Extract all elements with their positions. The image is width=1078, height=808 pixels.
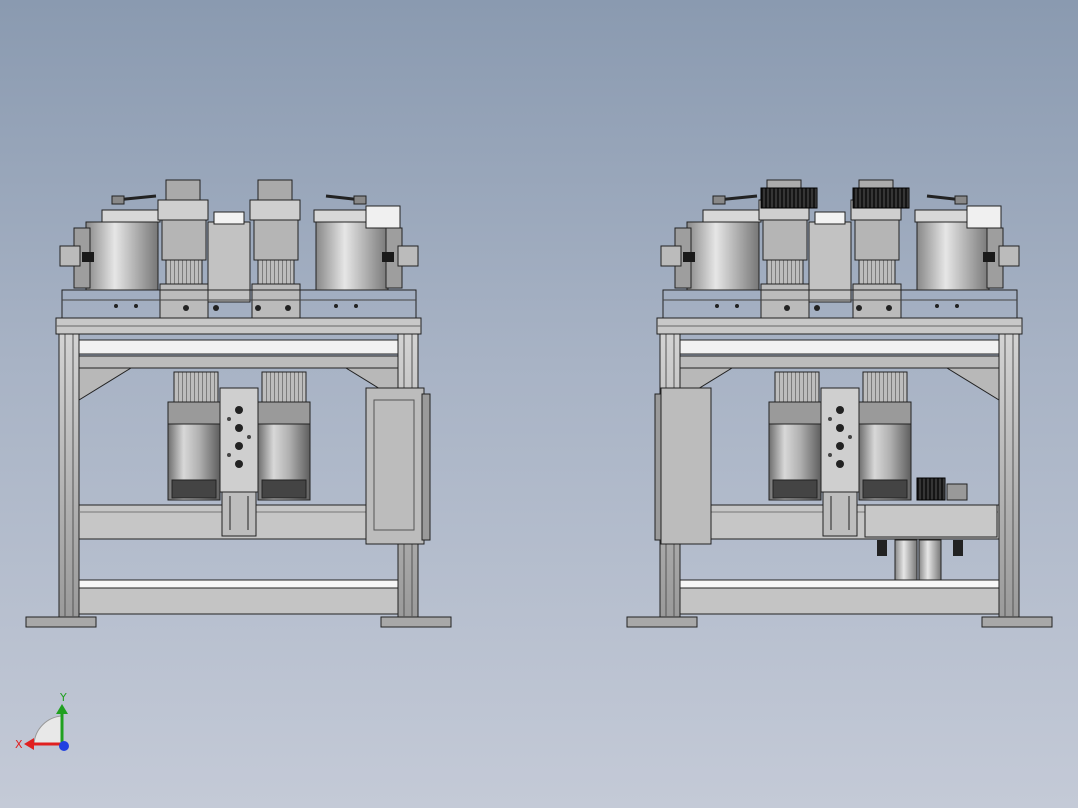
coordinate-triad: Y X (15, 691, 69, 751)
machine-assembly-right[interactable] (626, 178, 1053, 628)
cad-viewport[interactable]: Y X (0, 0, 1078, 808)
x-axis-label: X (15, 738, 23, 751)
machine-assembly-left[interactable] (25, 178, 452, 628)
y-axis-label: Y (59, 691, 67, 704)
z-axis-dot (59, 741, 69, 751)
